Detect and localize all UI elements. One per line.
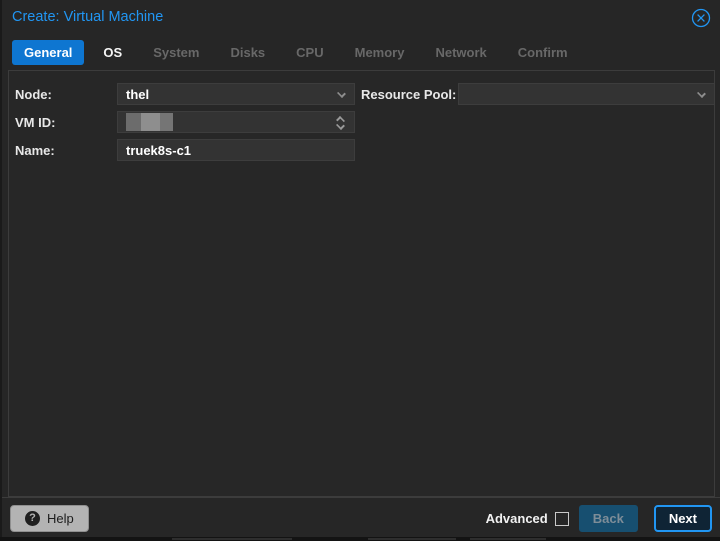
help-button-label: Help	[47, 511, 74, 526]
tab-os[interactable]: OS	[91, 40, 134, 65]
tab-memory[interactable]: Memory	[343, 40, 417, 65]
close-icon[interactable]	[691, 8, 711, 28]
tab-general[interactable]: General	[12, 40, 84, 65]
name-value: truek8s-c1	[126, 143, 191, 158]
title-bar: Create: Virtual Machine	[2, 0, 720, 36]
wizard-tab-bar: General OS System Disks CPU Memory Netwo…	[12, 39, 587, 66]
name-label: Name:	[15, 143, 117, 158]
general-settings-panel: Node: thel VM ID: Name: truek8s-c1	[8, 70, 715, 497]
vmid-label: VM ID:	[15, 115, 117, 130]
node-value: thel	[126, 87, 149, 102]
tab-system[interactable]: System	[141, 40, 211, 65]
create-vm-dialog: Create: Virtual Machine General OS Syste…	[0, 0, 720, 537]
tab-disks[interactable]: Disks	[218, 40, 277, 65]
chevron-down-icon[interactable]	[337, 89, 346, 98]
chevron-down-icon[interactable]	[697, 89, 706, 98]
tab-confirm[interactable]: Confirm	[506, 40, 580, 65]
vmid-spinner-field[interactable]	[117, 111, 355, 133]
next-button[interactable]: Next	[654, 505, 712, 532]
advanced-checkbox[interactable]	[555, 512, 569, 526]
number-spinner-icon[interactable]	[335, 114, 347, 132]
name-input[interactable]: truek8s-c1	[117, 139, 355, 161]
help-button[interactable]: ? Help	[10, 505, 89, 532]
resource-pool-combobox[interactable]	[458, 83, 715, 105]
dialog-title: Create: Virtual Machine	[12, 9, 163, 25]
resource-pool-label: Resource Pool:	[361, 87, 458, 102]
advanced-label: Advanced	[486, 511, 548, 526]
node-combobox[interactable]: thel	[117, 83, 355, 105]
node-label: Node:	[15, 87, 117, 102]
tab-cpu[interactable]: CPU	[284, 40, 335, 65]
vmid-redacted-value	[126, 113, 173, 131]
background-page-sliver	[0, 537, 720, 541]
question-circle-icon: ?	[25, 511, 40, 526]
back-button[interactable]: Back	[579, 505, 638, 532]
tab-network[interactable]: Network	[423, 40, 498, 65]
dialog-footer: ? Help Advanced Back Next	[2, 497, 720, 537]
